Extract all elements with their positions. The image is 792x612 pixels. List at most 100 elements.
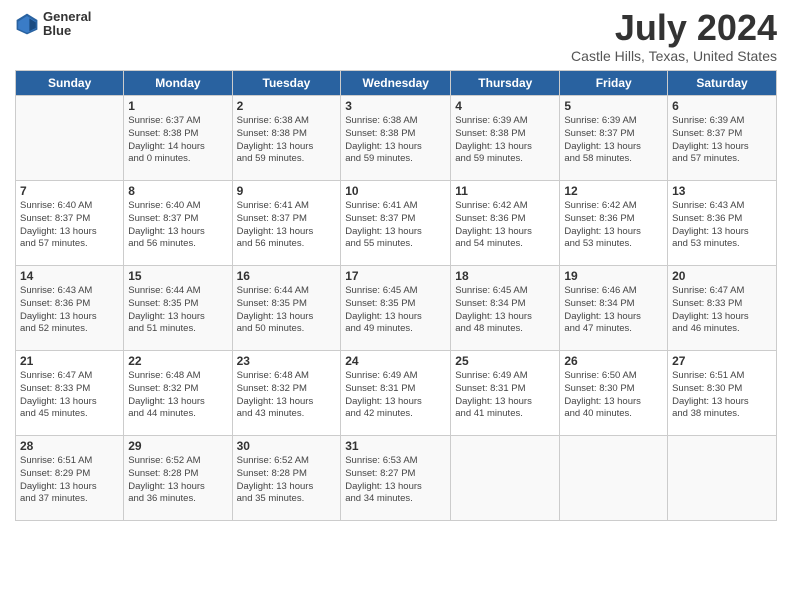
day-info: Sunrise: 6:39 AM Sunset: 8:37 PM Dayligh… — [564, 115, 663, 166]
calendar-cell: 31Sunrise: 6:53 AM Sunset: 8:27 PM Dayli… — [341, 436, 451, 521]
day-header-thursday: Thursday — [451, 71, 560, 96]
day-info: Sunrise: 6:48 AM Sunset: 8:32 PM Dayligh… — [237, 370, 337, 421]
day-number: 23 — [237, 354, 337, 368]
calendar-cell: 21Sunrise: 6:47 AM Sunset: 8:33 PM Dayli… — [16, 351, 124, 436]
day-info: Sunrise: 6:39 AM Sunset: 8:37 PM Dayligh… — [672, 115, 772, 166]
day-number: 18 — [455, 269, 555, 283]
day-info: Sunrise: 6:48 AM Sunset: 8:32 PM Dayligh… — [128, 370, 227, 421]
day-number: 15 — [128, 269, 227, 283]
day-info: Sunrise: 6:51 AM Sunset: 8:29 PM Dayligh… — [20, 455, 119, 506]
calendar-cell: 16Sunrise: 6:44 AM Sunset: 8:35 PM Dayli… — [232, 266, 341, 351]
day-header-monday: Monday — [124, 71, 232, 96]
logo: General Blue — [15, 10, 91, 39]
day-number: 13 — [672, 184, 772, 198]
calendar-cell: 12Sunrise: 6:42 AM Sunset: 8:36 PM Dayli… — [560, 181, 668, 266]
day-info: Sunrise: 6:52 AM Sunset: 8:28 PM Dayligh… — [237, 455, 337, 506]
day-number: 5 — [564, 99, 663, 113]
day-number: 25 — [455, 354, 555, 368]
calendar-cell: 17 Sunrise: 6:45 AM Sunset: 8:35 PM Dayli… — [341, 266, 451, 351]
logo-text: General Blue — [43, 10, 91, 39]
day-info: Sunrise: 6:40 AM Sunset: 8:37 PM Dayligh… — [20, 200, 119, 251]
header: General Blue July 2024 Castle Hills, Tex… — [15, 10, 777, 64]
day-info: Sunrise: 6:45 AM Sunset: 8:35 PM Dayligh… — [345, 285, 446, 336]
calendar-cell: 15 Sunrise: 6:44 AM Sunset: 8:35 PM Dayli… — [124, 266, 232, 351]
day-info: Sunrise: 6:38 AM Sunset: 8:38 PM Dayligh… — [237, 115, 337, 166]
logo-line2: Blue — [43, 24, 91, 38]
day-number: 28 — [20, 439, 119, 453]
day-info: Sunrise: 6:41 AM Sunset: 8:37 PM Dayligh… — [345, 200, 446, 251]
day-number: 9 — [237, 184, 337, 198]
day-header-sunday: Sunday — [16, 71, 124, 96]
calendar-cell: 6 Sunrise: 6:39 AM Sunset: 8:37 PM Daylig… — [668, 96, 777, 181]
day-info: Sunrise: 6:38 AM Sunset: 8:38 PM Dayligh… — [345, 115, 446, 166]
day-number: 17 — [345, 269, 446, 283]
calendar-cell: 14 Sunrise: 6:43 AM Sunset: 8:36 PM Dayli… — [16, 266, 124, 351]
calendar-header-row: SundayMondayTuesdayWednesdayThursdayFrid… — [16, 71, 777, 96]
calendar-cell: 29 Sunrise: 6:52 AM Sunset: 8:28 PM Dayli… — [124, 436, 232, 521]
day-number: 20 — [672, 269, 772, 283]
day-number: 11 — [455, 184, 555, 198]
calendar-cell: 5 Sunrise: 6:39 AM Sunset: 8:37 PM Daylig… — [560, 96, 668, 181]
logo-line1: General — [43, 10, 91, 24]
calendar-cell: 3Sunrise: 6:38 AM Sunset: 8:38 PM Daylig… — [341, 96, 451, 181]
calendar-cell: 28 Sunrise: 6:51 AM Sunset: 8:29 PM Dayli… — [16, 436, 124, 521]
day-number: 7 — [20, 184, 119, 198]
day-number: 26 — [564, 354, 663, 368]
day-number: 29 — [128, 439, 227, 453]
day-info: Sunrise: 6:43 AM Sunset: 8:36 PM Dayligh… — [20, 285, 119, 336]
calendar-cell — [451, 436, 560, 521]
day-info: Sunrise: 6:49 AM Sunset: 8:31 PM Dayligh… — [345, 370, 446, 421]
calendar-week-5: 28 Sunrise: 6:51 AM Sunset: 8:29 PM Dayli… — [16, 436, 777, 521]
calendar-cell — [668, 436, 777, 521]
day-info: Sunrise: 6:47 AM Sunset: 8:33 PM Dayligh… — [672, 285, 772, 336]
day-number: 24 — [345, 354, 446, 368]
calendar-cell: 13Sunrise: 6:43 AM Sunset: 8:36 PM Dayli… — [668, 181, 777, 266]
calendar-cell: 11Sunrise: 6:42 AM Sunset: 8:36 PM Dayli… — [451, 181, 560, 266]
day-number: 30 — [237, 439, 337, 453]
calendar-cell: 1Sunrise: 6:37 AM Sunset: 8:38 PM Daylig… — [124, 96, 232, 181]
day-number: 27 — [672, 354, 772, 368]
calendar-cell — [16, 96, 124, 181]
title-section: July 2024 Castle Hills, Texas, United St… — [571, 10, 777, 64]
calendar-cell: 23 Sunrise: 6:48 AM Sunset: 8:32 PM Dayli… — [232, 351, 341, 436]
day-number: 10 — [345, 184, 446, 198]
day-number: 4 — [455, 99, 555, 113]
calendar-cell: 9Sunrise: 6:41 AM Sunset: 8:37 PM Daylig… — [232, 181, 341, 266]
day-info: Sunrise: 6:45 AM Sunset: 8:34 PM Dayligh… — [455, 285, 555, 336]
calendar-cell: 22 Sunrise: 6:48 AM Sunset: 8:32 PM Dayli… — [124, 351, 232, 436]
day-info: Sunrise: 6:49 AM Sunset: 8:31 PM Dayligh… — [455, 370, 555, 421]
day-info: Sunrise: 6:51 AM Sunset: 8:30 PM Dayligh… — [672, 370, 772, 421]
day-header-saturday: Saturday — [668, 71, 777, 96]
calendar-cell — [560, 436, 668, 521]
day-number: 12 — [564, 184, 663, 198]
calendar-cell: 25 Sunrise: 6:49 AM Sunset: 8:31 PM Dayli… — [451, 351, 560, 436]
day-number: 14 — [20, 269, 119, 283]
calendar-cell: 20 Sunrise: 6:47 AM Sunset: 8:33 PM Dayli… — [668, 266, 777, 351]
day-number: 22 — [128, 354, 227, 368]
calendar-cell: 10 Sunrise: 6:41 AM Sunset: 8:37 PM Dayli… — [341, 181, 451, 266]
day-number: 31 — [345, 439, 446, 453]
day-header-tuesday: Tuesday — [232, 71, 341, 96]
day-header-friday: Friday — [560, 71, 668, 96]
day-number: 19 — [564, 269, 663, 283]
day-number: 2 — [237, 99, 337, 113]
calendar-week-3: 14 Sunrise: 6:43 AM Sunset: 8:36 PM Dayli… — [16, 266, 777, 351]
calendar-week-4: 21Sunrise: 6:47 AM Sunset: 8:33 PM Dayli… — [16, 351, 777, 436]
calendar-cell: 4 Sunrise: 6:39 AM Sunset: 8:38 PM Daylig… — [451, 96, 560, 181]
calendar-cell: 19Sunrise: 6:46 AM Sunset: 8:34 PM Dayli… — [560, 266, 668, 351]
calendar-cell: 8Sunrise: 6:40 AM Sunset: 8:37 PM Daylig… — [124, 181, 232, 266]
calendar-week-2: 7 Sunrise: 6:40 AM Sunset: 8:37 PM Daylig… — [16, 181, 777, 266]
main-title: July 2024 — [571, 10, 777, 46]
day-info: Sunrise: 6:47 AM Sunset: 8:33 PM Dayligh… — [20, 370, 119, 421]
day-number: 16 — [237, 269, 337, 283]
day-header-wednesday: Wednesday — [341, 71, 451, 96]
day-info: Sunrise: 6:44 AM Sunset: 8:35 PM Dayligh… — [128, 285, 227, 336]
day-info: Sunrise: 6:39 AM Sunset: 8:38 PM Dayligh… — [455, 115, 555, 166]
day-info: Sunrise: 6:52 AM Sunset: 8:28 PM Dayligh… — [128, 455, 227, 506]
day-number: 6 — [672, 99, 772, 113]
calendar-cell: 26Sunrise: 6:50 AM Sunset: 8:30 PM Dayli… — [560, 351, 668, 436]
calendar-cell: 27 Sunrise: 6:51 AM Sunset: 8:30 PM Dayli… — [668, 351, 777, 436]
calendar-cell: 18 Sunrise: 6:45 AM Sunset: 8:34 PM Dayli… — [451, 266, 560, 351]
logo-icon — [15, 12, 39, 36]
page: General Blue July 2024 Castle Hills, Tex… — [0, 0, 792, 612]
